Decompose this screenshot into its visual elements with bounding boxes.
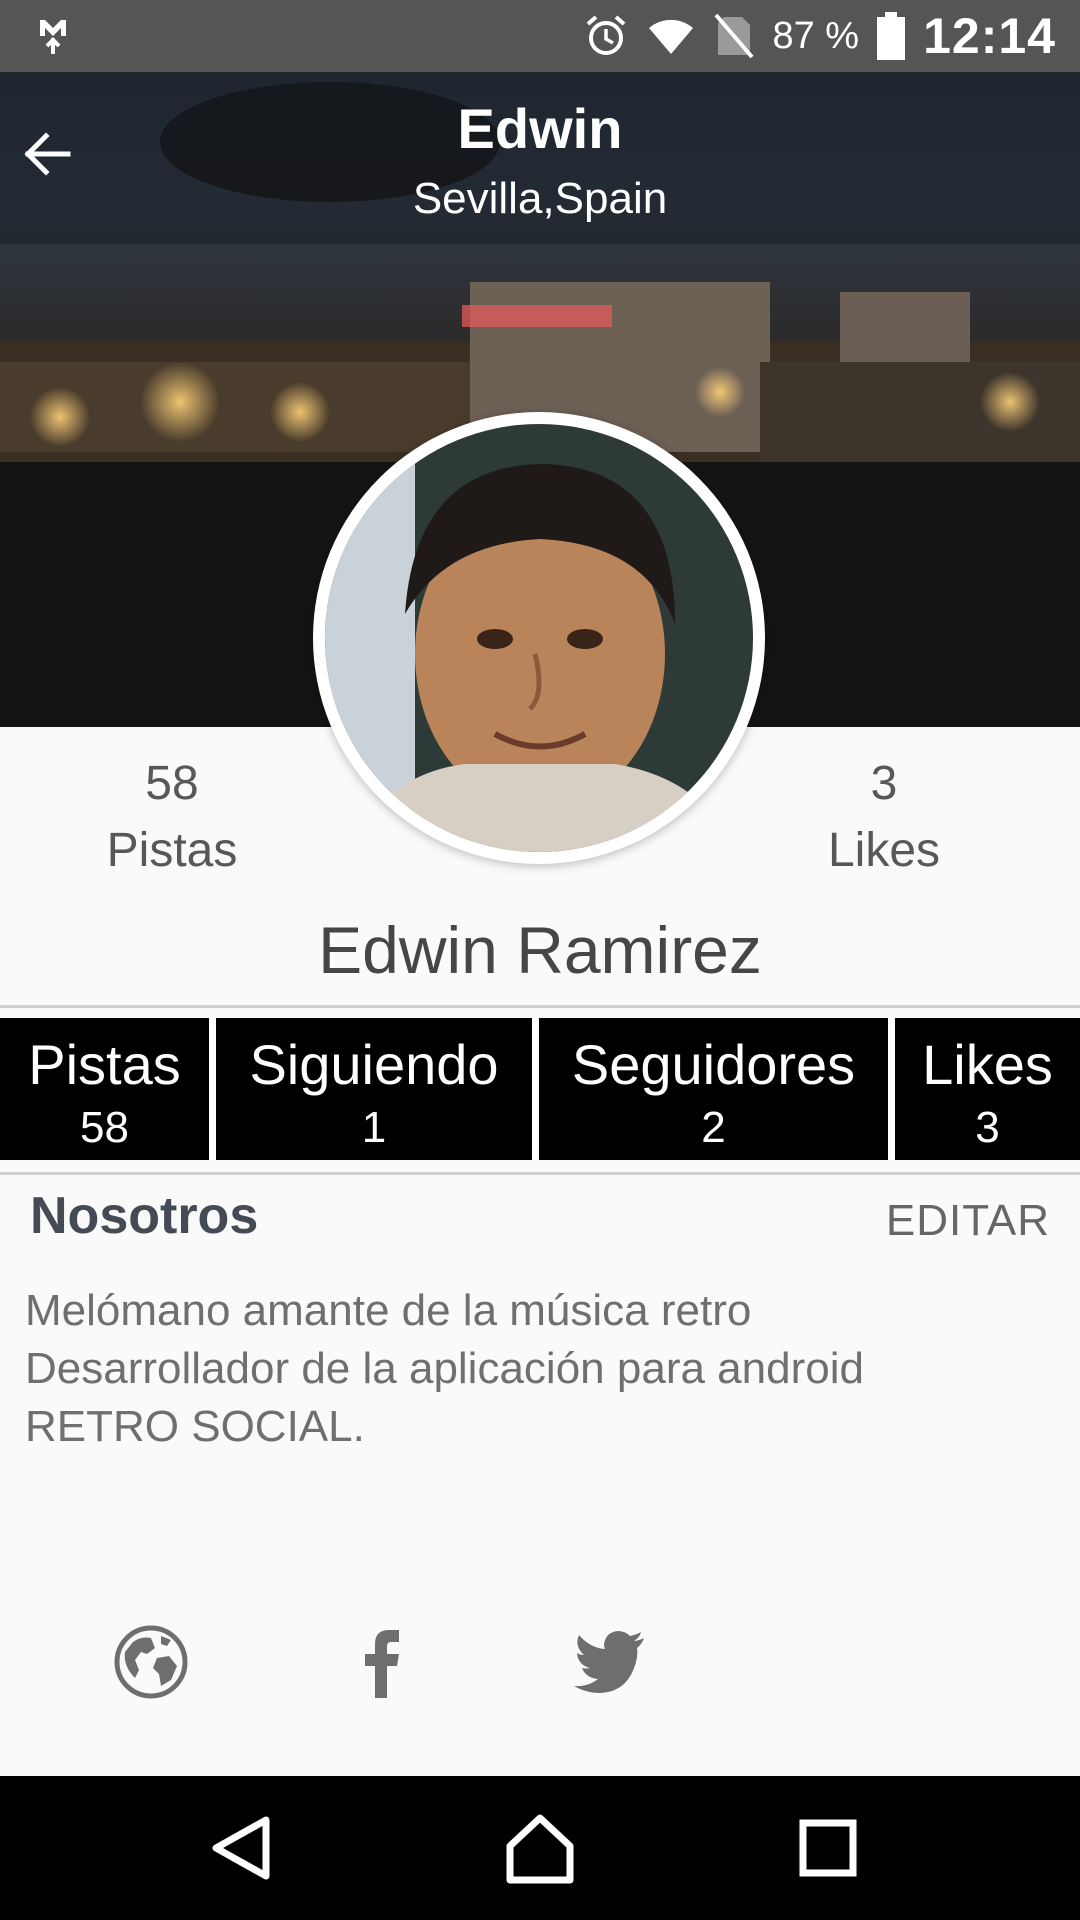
tab-count: 58 [80, 1103, 129, 1152]
facebook-icon[interactable] [341, 1622, 421, 1702]
likes-label: Likes [827, 824, 941, 877]
recents-icon[interactable] [783, 1806, 873, 1890]
tab-label: Seguidores [571, 1033, 856, 1096]
tab-count: 1 [361, 1103, 387, 1152]
battery-icon [877, 12, 906, 60]
bio-line: RETRO SOCIAL. [25, 1402, 365, 1451]
pistas-label: Pistas [106, 824, 238, 877]
status-bar: 87 % 12:14 [0, 0, 1080, 72]
edit-button[interactable]: EDITAR [886, 1196, 1050, 1246]
divider [0, 1005, 1080, 1008]
no-sim-icon [714, 13, 755, 59]
tab-seguidores[interactable]: Seguidores 2 [539, 1018, 888, 1160]
profile-name: Edwin Ramirez [318, 913, 762, 987]
globe-icon[interactable] [111, 1622, 191, 1702]
clock: 12:14 [923, 8, 1056, 64]
likes-count: 3 [870, 757, 898, 810]
profile-tabs: Pistas 58 Siguiendo 1 Seguidores 2 Likes… [0, 1018, 1080, 1160]
tab-count: 3 [975, 1103, 1000, 1152]
about-title: Nosotros [30, 1187, 259, 1245]
avatar[interactable] [313, 412, 765, 864]
twitter-icon[interactable] [570, 1622, 650, 1702]
tab-likes[interactable]: Likes 3 [895, 1018, 1080, 1160]
alarm-icon [587, 15, 626, 55]
tab-label: Siguiendo [249, 1033, 499, 1096]
likes-stat[interactable]: 3 Likes [734, 752, 1034, 886]
page-title: Edwin [457, 97, 623, 160]
back-triangle-icon[interactable] [196, 1806, 286, 1890]
tab-pistas[interactable]: Pistas 58 [0, 1018, 209, 1160]
bio-text: Melómano amante de la música retro Desar… [25, 1282, 1055, 1456]
home-icon[interactable] [495, 1806, 585, 1890]
divider [0, 1172, 1080, 1175]
wifi-icon [649, 19, 694, 54]
tab-count: 2 [701, 1103, 726, 1152]
pistas-stat[interactable]: 58 Pistas [22, 752, 322, 886]
gmail-icon [40, 20, 66, 54]
bio-line: Desarrollador de la aplicación para andr… [25, 1344, 864, 1393]
avatar-photo [325, 424, 753, 852]
bio-line: Melómano amante de la música retro [25, 1286, 752, 1335]
tab-label: Likes [922, 1033, 1053, 1096]
location-subtitle: Sevilla,Spain [412, 174, 668, 223]
system-nav-bar [0, 1776, 1080, 1920]
tab-siguiendo[interactable]: Siguiendo 1 [216, 1018, 532, 1160]
battery-percentage: 87 % [772, 14, 860, 57]
app-bar: Edwin Sevilla,Spain [0, 72, 1080, 244]
pistas-count: 58 [145, 757, 199, 810]
tab-label: Pistas [28, 1033, 181, 1096]
